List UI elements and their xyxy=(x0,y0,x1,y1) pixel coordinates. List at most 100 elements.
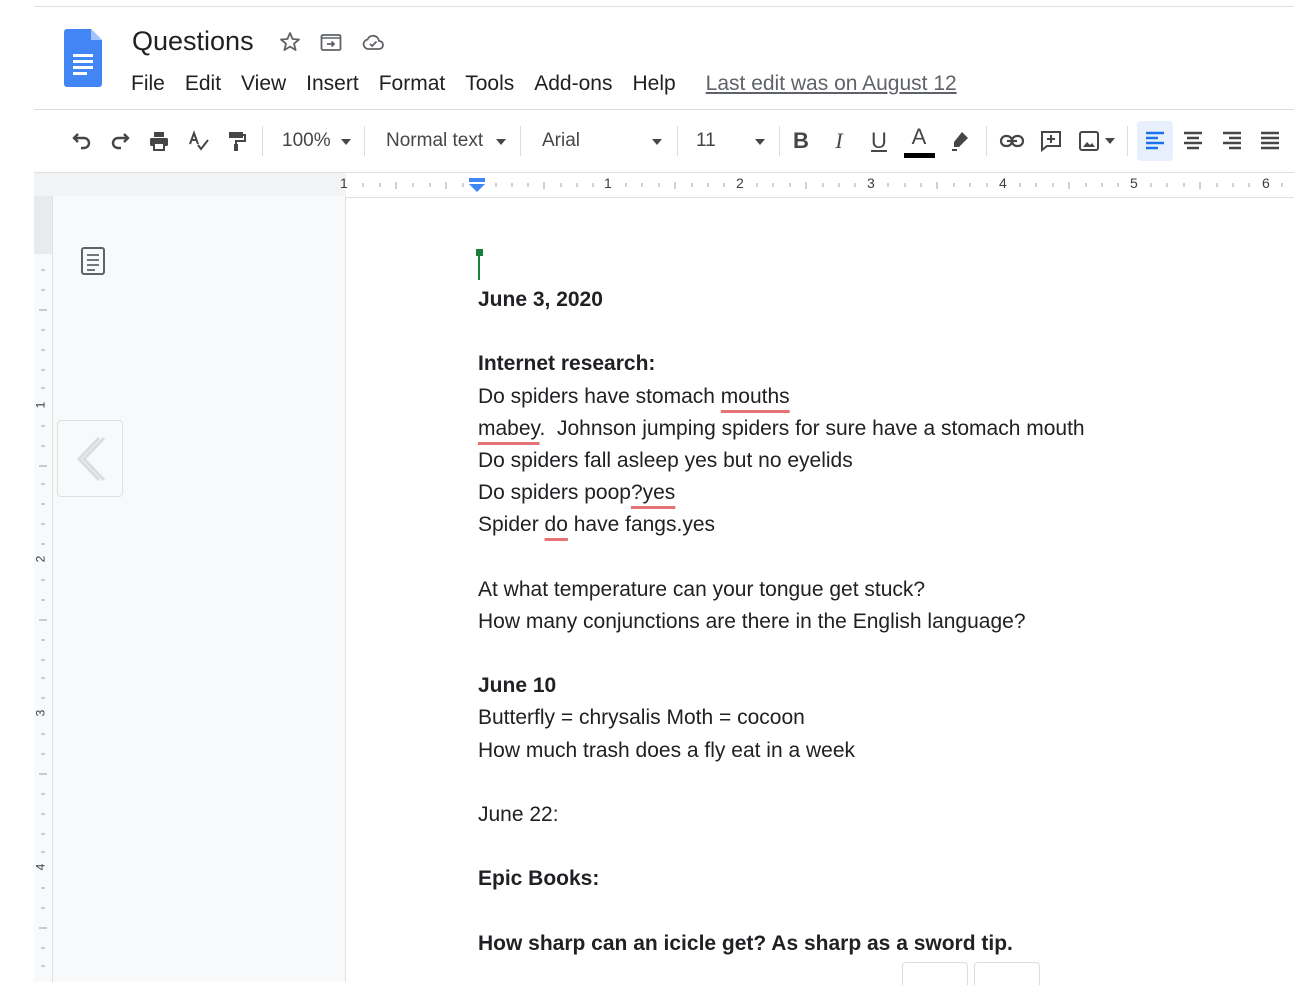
ruler-number: 5 xyxy=(1130,175,1138,191)
doc-line-blank xyxy=(478,638,1278,670)
doc-line-heading: How sharp can an icicle get? As sharp as… xyxy=(478,931,1013,955)
align-left-button[interactable] xyxy=(1137,121,1173,161)
doc-line-date-heading: June 10 xyxy=(478,674,557,698)
doc-line-research-heading: Internet research: xyxy=(478,352,656,376)
align-right-icon xyxy=(1223,131,1241,150)
align-right-button[interactable] xyxy=(1215,118,1249,164)
cloud-saved-icon[interactable] xyxy=(361,30,385,54)
underline-button[interactable]: U xyxy=(864,118,894,164)
misspelled-word[interactable]: mouths xyxy=(721,385,790,408)
menu-format[interactable]: Format xyxy=(379,72,446,96)
doc-line: mabey. Johnson jumping spiders for sure … xyxy=(478,416,1085,440)
doc-line-blank xyxy=(478,767,1278,799)
menu-insert[interactable]: Insert xyxy=(306,72,359,96)
insert-comment-button[interactable] xyxy=(1034,118,1068,164)
italic-button[interactable]: I xyxy=(824,118,854,164)
menu-file[interactable]: File xyxy=(131,72,165,96)
top-border xyxy=(34,6,1294,7)
highlight-button[interactable] xyxy=(944,118,976,164)
insert-image-button[interactable] xyxy=(1072,118,1120,164)
print-icon xyxy=(150,132,168,151)
last-edit-link[interactable]: Last edit was on August 12 xyxy=(706,72,957,96)
star-icon[interactable] xyxy=(278,30,302,54)
justify-button[interactable] xyxy=(1253,118,1287,164)
menu-tools[interactable]: Tools xyxy=(465,72,514,96)
zoom-caret-icon xyxy=(341,139,351,145)
ruler-number: 4 xyxy=(999,175,1007,191)
align-center-button[interactable] xyxy=(1176,118,1210,164)
doc-line: Butterfly = chrysalis Moth = cocoon xyxy=(478,706,805,730)
undo-button[interactable] xyxy=(64,118,98,164)
align-center-icon xyxy=(1184,131,1202,150)
horizontal-ruler[interactable]: 1 1 2 3 4 5 6 xyxy=(34,172,1294,198)
ruler-number: 6 xyxy=(1262,175,1270,191)
doc-line: At what temperature can your tongue get … xyxy=(478,577,926,601)
redo-icon xyxy=(111,133,130,150)
vertical-ruler-number: 2 xyxy=(33,555,48,563)
font-size-value: 11 xyxy=(696,130,716,151)
misspelled-word[interactable]: ?yes xyxy=(631,481,675,504)
misspelled-word[interactable]: do xyxy=(545,513,568,536)
print-button[interactable] xyxy=(142,118,176,164)
menu-help[interactable]: Help xyxy=(632,72,675,96)
font-caret-icon xyxy=(652,139,662,145)
move-to-folder-icon[interactable] xyxy=(319,30,343,54)
doc-line: Do spiders have stomach mouths xyxy=(478,384,790,408)
vertical-ruler-margin xyxy=(34,196,52,254)
redo-button[interactable] xyxy=(104,118,138,164)
doc-line: Spider do have fangs.yes xyxy=(478,513,715,537)
doc-line: Do spiders poop?yes xyxy=(478,481,676,505)
zoom-value: 100% xyxy=(282,130,331,151)
misspelled-word[interactable]: mabey xyxy=(478,417,539,440)
doc-line-blank xyxy=(478,316,1278,348)
toolbar-separator xyxy=(520,126,521,156)
vertical-ruler-number: 1 xyxy=(33,401,48,409)
indent-marker-icon[interactable] xyxy=(468,176,486,194)
bold-button[interactable]: B xyxy=(786,118,816,164)
doc-line-blank xyxy=(478,896,1278,928)
doc-line: Do spiders fall asleep yes but no eyelid… xyxy=(478,448,853,472)
document-outline-icon[interactable] xyxy=(80,246,106,276)
style-caret-icon xyxy=(496,139,506,145)
toolbar-separator xyxy=(677,126,678,156)
paint-format-button[interactable] xyxy=(220,118,254,164)
toolbar-separator xyxy=(1127,126,1128,156)
style-value: Normal text xyxy=(386,130,484,151)
document-title[interactable]: Questions xyxy=(132,24,254,58)
menu-edit[interactable]: Edit xyxy=(185,72,221,96)
doc-line: June 22: xyxy=(478,803,559,826)
docs-logo-icon[interactable] xyxy=(64,29,102,87)
font-value: Arial xyxy=(542,130,581,151)
add-comment-icon xyxy=(1041,131,1061,153)
text-color-swatch xyxy=(904,153,935,158)
doc-line-blank xyxy=(478,831,1278,863)
menu-view[interactable]: View xyxy=(241,72,286,96)
image-icon xyxy=(1079,131,1099,151)
menu-add-ons[interactable]: Add-ons xyxy=(534,72,612,96)
ruler-number: 1 xyxy=(604,175,612,191)
insert-link-button[interactable] xyxy=(994,118,1030,164)
document-body[interactable]: June 3, 2020 Internet research: Do spide… xyxy=(478,284,1278,960)
ruler-number: 2 xyxy=(736,175,744,191)
link-icon xyxy=(999,134,1025,148)
vertical-ruler-ticks xyxy=(39,269,47,967)
paragraph-style-select[interactable]: Normal text xyxy=(386,118,514,164)
vertical-ruler-number: 3 xyxy=(33,709,48,717)
spellcheck-button[interactable] xyxy=(182,118,216,164)
justify-icon xyxy=(1261,131,1279,150)
highlighter-icon xyxy=(952,132,968,151)
toolbar: 100% Normal text Arial 11 B I U A xyxy=(34,118,1294,164)
toolbar-separator xyxy=(779,126,780,156)
ruler-ticks xyxy=(362,182,1283,189)
font-select[interactable]: Arial xyxy=(542,118,670,164)
chevron-left-icon xyxy=(76,436,106,481)
font-size-caret-icon xyxy=(755,139,765,145)
vertical-ruler[interactable]: 1 2 3 4 xyxy=(33,196,53,982)
ruler-number: 3 xyxy=(867,175,875,191)
image-caret-icon xyxy=(1105,138,1115,144)
doc-line: How much trash does a fly eat in a week xyxy=(478,738,856,762)
toolbar-separator xyxy=(262,126,263,156)
collapse-outline-button[interactable] xyxy=(57,420,123,497)
doc-line-date-heading: June 3, 2020 xyxy=(478,288,603,311)
toolbar-separator xyxy=(986,126,987,156)
